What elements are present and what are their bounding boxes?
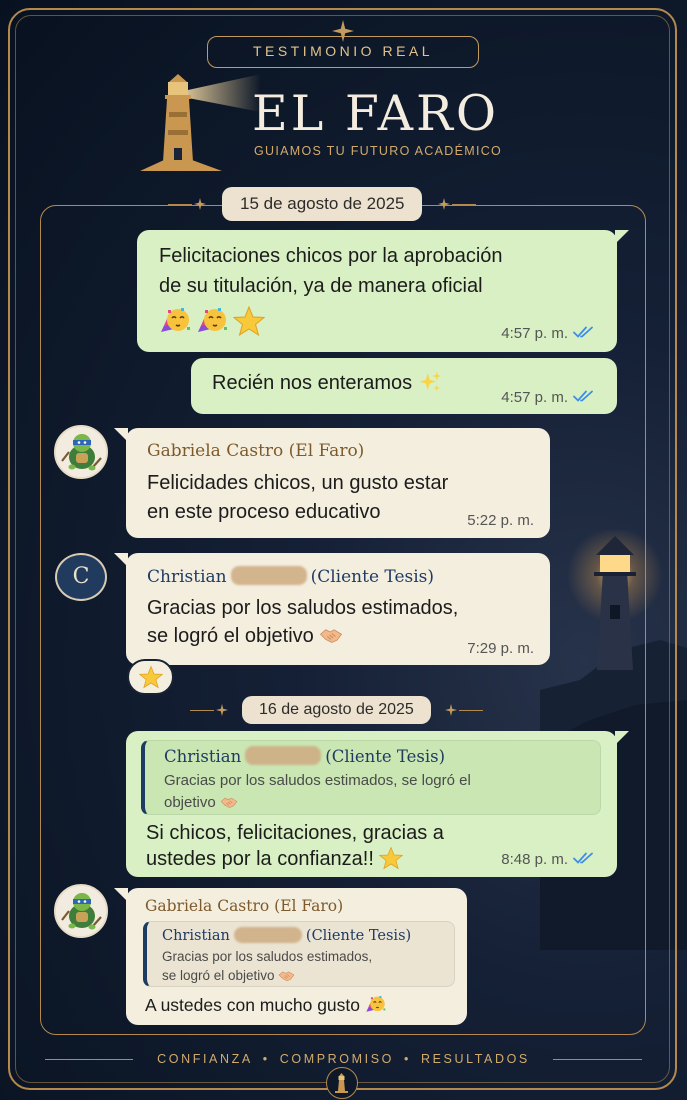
sender-suffix: (Cliente Tesis) <box>310 567 435 587</box>
bubble-tail <box>114 553 128 567</box>
message-reaction[interactable] <box>127 659 174 695</box>
date-separator: 16 de agosto de 2025 <box>190 696 483 724</box>
redacted-surname <box>233 927 302 943</box>
message-text-line: Recién nos enteramos <box>212 368 442 398</box>
message-time: 8:48 p. m. <box>501 851 568 868</box>
ornament-star-icon <box>194 198 206 210</box>
message-time: 4:57 p. m. <box>501 389 568 406</box>
read-double-check-icon <box>573 325 597 339</box>
emoji-row <box>159 305 265 337</box>
footer-words: CONFIANZA • COMPROMISO • RESULTADOS <box>0 1049 687 1069</box>
read-double-check-icon <box>573 389 597 403</box>
divider-line <box>168 203 192 205</box>
sender-first-name: Christian <box>147 567 227 587</box>
testimonial-poster: TESTIMONIO REAL EL FARO GUIAMOS TU FUTUR… <box>0 0 687 1100</box>
divider-line <box>458 709 483 711</box>
turtle-avatar-image <box>56 886 106 936</box>
bubble-tail <box>615 731 629 745</box>
message-bubble-incoming[interactable]: Gabriela Castro (El Faro) Felicidades ch… <box>126 428 550 538</box>
star-emoji <box>233 305 265 337</box>
star-emoji <box>139 665 163 689</box>
message-text: Felicidades chicos, un gusto estar <box>147 472 449 494</box>
bubble-tail <box>114 888 128 902</box>
bubble-tail <box>615 230 629 244</box>
divider-line <box>190 709 214 711</box>
quoted-sender-first: Christian <box>162 928 230 944</box>
message-text-line: se logró el objetivo <box>147 621 343 651</box>
brand-tagline: GUIAMOS TU FUTURO ACADÉMICO <box>254 144 503 158</box>
handshake-emoji <box>319 623 343 647</box>
ornament-star-icon <box>445 704 457 716</box>
redacted-surname <box>230 566 307 585</box>
partying-face-emoji <box>196 305 228 337</box>
message-meta: 4:57 p. m. <box>501 389 597 406</box>
message-text: Felicitaciones chicos por la aprobación <box>159 245 503 267</box>
quoted-sender: Christian (Cliente Tesis) <box>164 746 445 766</box>
turtle-avatar[interactable] <box>54 425 108 479</box>
date-chip: 16 de agosto de 2025 <box>242 696 431 724</box>
quoted-message[interactable]: Christian (Cliente Tesis) Gracias por los… <box>143 921 455 987</box>
footer-word: COMPROMISO <box>279 1052 394 1066</box>
quoted-sender-first: Christian <box>164 747 242 766</box>
message-bubble-outgoing[interactable]: Christian (Cliente Tesis) Gracias por los… <box>126 731 617 877</box>
message-meta: 4:57 p. m. <box>501 325 597 342</box>
quoted-text: Gracias por los saludos estimados, <box>162 949 373 964</box>
footer-word: RESULTADOS <box>420 1052 530 1066</box>
footer-separator: • <box>262 1052 270 1066</box>
redacted-surname <box>245 746 322 765</box>
message-text: en este proceso educativo <box>147 501 381 523</box>
partying-face-emoji <box>159 305 191 337</box>
message-text: ustedes por la confianza!! <box>146 848 374 870</box>
sender-name: Gabriela Castro (El Faro) <box>145 897 344 915</box>
message-time: 5:22 p. m. <box>467 512 534 529</box>
read-double-check-icon <box>573 851 597 865</box>
quoted-text-line: se logró el objetivo <box>162 967 295 984</box>
sparkles-emoji <box>418 370 442 394</box>
footer-word: CONFIANZA <box>157 1052 253 1066</box>
message-meta: 8:48 p. m. <box>501 851 597 868</box>
quoted-text: objetivo <box>164 794 216 811</box>
sender-name: Gabriela Castro (El Faro) <box>147 441 365 461</box>
message-bubble-outgoing[interactable]: Felicitaciones chicos por la aprobación … <box>137 230 617 352</box>
date-separator: 15 de agosto de 2025 <box>168 187 477 221</box>
footer-values: CONFIANZA • COMPROMISO • RESULTADOS <box>0 1049 687 1069</box>
date-chip: 15 de agosto de 2025 <box>222 187 423 221</box>
brand-name: EL FARO <box>252 85 500 142</box>
message-text: Recién nos enteramos <box>212 372 413 394</box>
turtle-avatar[interactable] <box>54 884 108 938</box>
quoted-sender-suffix: (Cliente Tesis) <box>325 747 446 766</box>
message-text: A ustedes con mucho gusto <box>145 995 360 1015</box>
quoted-sender-suffix: (Cliente Tesis) <box>305 928 412 944</box>
message-bubble-incoming[interactable]: Gabriela Castro (El Faro) Christian (Clie… <box>126 888 467 1025</box>
contact-avatar-c[interactable]: C <box>55 553 107 601</box>
lighthouse-emblem-icon <box>326 1067 358 1099</box>
footer-separator: • <box>403 1052 411 1066</box>
quoted-message[interactable]: Christian (Cliente Tesis) Gracias por los… <box>141 740 601 815</box>
message-time: 4:57 p. m. <box>501 325 568 342</box>
ornament-star-icon <box>438 198 450 210</box>
message-text: de su titulación, ya de manera oficial <box>159 275 483 297</box>
handshake-emoji <box>278 967 295 984</box>
message-text-line: A ustedes con mucho gusto <box>145 991 386 1019</box>
star-emoji <box>379 846 403 870</box>
handshake-emoji <box>220 793 238 811</box>
message-text-line: ustedes por la confianza!! <box>146 844 403 874</box>
ornament-star-icon <box>216 704 228 716</box>
message-text: Gracias por los saludos estimados, <box>147 597 459 619</box>
turtle-avatar-image <box>56 427 106 477</box>
message-time: 7:29 p. m. <box>467 640 534 657</box>
quoted-text-line: objetivo <box>164 793 238 811</box>
testimonial-badge: TESTIMONIO REAL <box>207 36 479 68</box>
quoted-sender: Christian (Cliente Tesis) <box>162 927 411 944</box>
message-text: se logró el objetivo <box>147 625 314 647</box>
divider-line <box>452 203 477 205</box>
quoted-text: Gracias por los saludos estimados, se lo… <box>164 772 471 789</box>
partying-face-emoji <box>365 994 386 1015</box>
lighthouse-logo-icon <box>140 74 261 171</box>
quoted-text: se logró el objetivo <box>162 968 275 983</box>
bubble-tail <box>114 428 128 442</box>
message-bubble-incoming[interactable]: Christian (Cliente Tesis) Gracias por los… <box>126 553 550 665</box>
message-bubble-outgoing[interactable]: Recién nos enteramos 4:57 p. m. <box>191 358 617 414</box>
sender-name: Christian (Cliente Tesis) <box>147 566 434 587</box>
